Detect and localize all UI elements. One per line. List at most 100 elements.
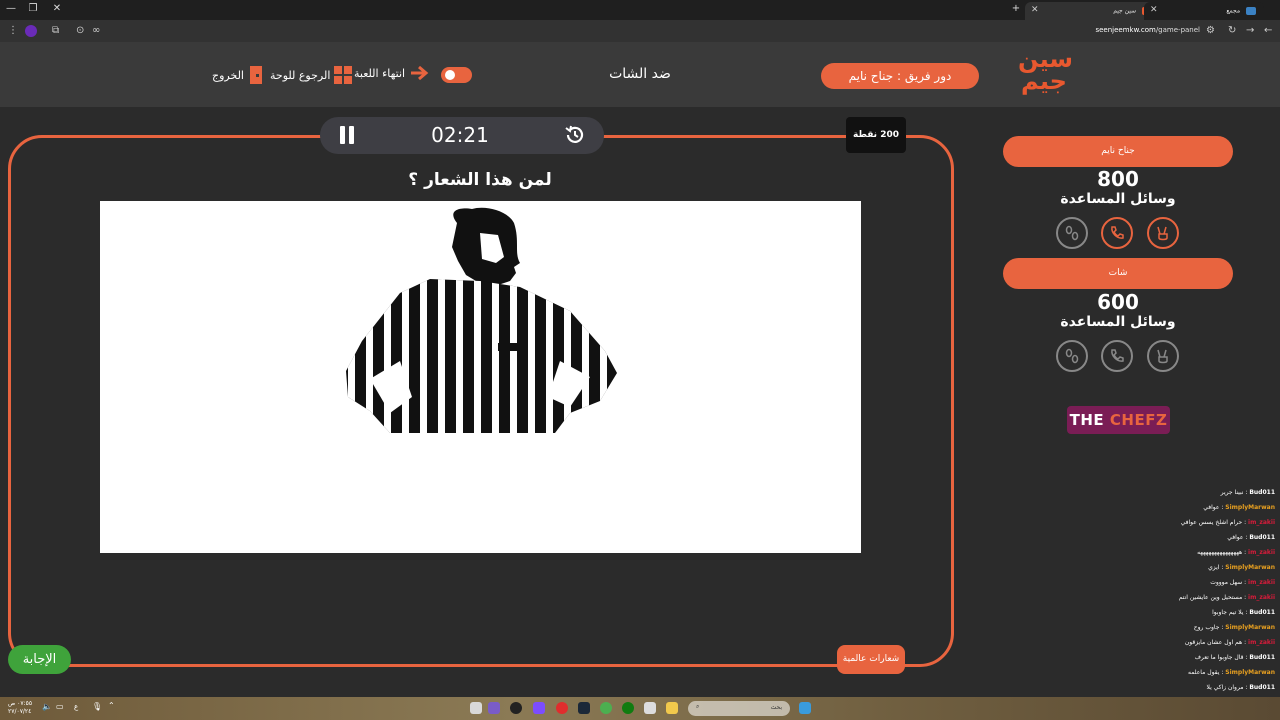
- url-domain: seenjeemkw.com: [1095, 26, 1156, 34]
- exit-button[interactable]: الخروج: [212, 66, 264, 84]
- close-tab-icon[interactable]: ✕: [1150, 5, 1158, 15]
- chat-username: SimplyMarwan: [1225, 624, 1275, 631]
- call-aid-button[interactable]: [1101, 217, 1133, 249]
- mic-icon[interactable]: 🎙: [92, 702, 102, 711]
- start-icon[interactable]: [799, 702, 811, 714]
- end-game-label: انتهاء اللعبة: [354, 66, 406, 80]
- clock-time: ٠٧:٥٥ ص: [8, 700, 33, 707]
- grid-icon: [334, 66, 353, 84]
- double-aid-button[interactable]: [1147, 217, 1179, 249]
- extensions-icon[interactable]: ⧉: [52, 25, 59, 36]
- back-icon[interactable]: ←: [1264, 25, 1272, 36]
- display-icon[interactable]: ▭: [56, 702, 64, 711]
- question-text: لمن هذا الشعار ؟: [408, 170, 552, 190]
- chat-text: سهل موووت: [1210, 579, 1243, 586]
- double-aid-button[interactable]: [1147, 340, 1179, 372]
- app-icon-4[interactable]: [644, 702, 656, 714]
- reader-icon[interactable]: ∞: [92, 25, 100, 36]
- chat-message: Bud011 : عوافي: [1125, 530, 1275, 545]
- chat-message: Bud011 : مروان زاكي يلا: [1125, 680, 1276, 695]
- chat-text: مستحيل وين عايشين انتم: [1178, 594, 1243, 601]
- chat-username: SimplyMarwan: [1225, 564, 1275, 571]
- chat-username: Bud011: [1249, 534, 1275, 541]
- chat-message: SimplyMarwan : ايزي: [1125, 560, 1275, 575]
- pause-icon-bar: [349, 126, 354, 144]
- reset-timer-button[interactable]: [564, 124, 586, 146]
- profile-avatar-icon[interactable]: [25, 25, 37, 37]
- tracking-icon[interactable]: ⊙: [76, 25, 84, 36]
- chat-username: im_zakii: [1248, 639, 1275, 646]
- phone-icon: [1111, 349, 1124, 362]
- chat-text: يلا تيم جاوبوا: [1212, 609, 1244, 616]
- chat-text: ايزي: [1208, 564, 1220, 571]
- answer-button[interactable]: الإجابة: [8, 645, 71, 674]
- timer-bar: 02:21: [320, 117, 604, 154]
- chrome-icon[interactable]: [600, 702, 612, 714]
- chat-username: Bud011: [1249, 654, 1275, 661]
- chat-username: SimplyMarwan: [1225, 669, 1275, 676]
- chat-username: im_zakii: [1248, 594, 1275, 601]
- obs-icon[interactable]: [510, 702, 522, 714]
- question-image: [100, 201, 861, 553]
- pause-button[interactable]: [338, 126, 356, 144]
- app-icon-1[interactable]: [470, 702, 482, 714]
- tab-active[interactable]: ✕ سين جيم: [1025, 2, 1160, 20]
- end-game-toggle[interactable]: [441, 67, 472, 83]
- chat-text: جاوب روح: [1193, 624, 1220, 631]
- site-info-icon[interactable]: ⚙: [1206, 25, 1215, 36]
- back-to-board-button[interactable]: الرجوع للوحة: [270, 66, 353, 84]
- team-turn-badge: دور فريق : جناح نايم: [821, 63, 979, 89]
- chat-message: Bud011 : قال جاوبوا ما تعرف: [1125, 650, 1275, 665]
- search-icon: ⌕: [696, 703, 700, 710]
- swap-aid-button[interactable]: [1056, 340, 1088, 372]
- chat-text: قال جاوبوا ما تعرف: [1194, 654, 1244, 661]
- clock-date: ٢٧/٠٧/٢٤: [8, 708, 32, 715]
- input-language[interactable]: ع: [74, 703, 78, 711]
- swap-aid-button[interactable]: [1056, 217, 1088, 249]
- vs-title: ضد الشات: [609, 66, 671, 82]
- menu-dots-icon[interactable]: ⋮: [8, 25, 18, 36]
- minimize-icon[interactable]: —: [4, 3, 18, 14]
- tab-inactive[interactable]: ✕ مجمع: [1144, 2, 1264, 20]
- chat-message: im_zakii : مستحيل وين عايشين انتم: [1125, 590, 1275, 605]
- exit-label: الخروج: [212, 68, 244, 82]
- tray-expand-icon[interactable]: ⌃: [108, 701, 115, 710]
- end-game-button[interactable]: انتهاء اللعبة: [354, 66, 431, 80]
- aids-label: وسائل المساعدة: [1060, 191, 1176, 207]
- xbox-icon[interactable]: [622, 702, 634, 714]
- chat-username: im_zakii: [1248, 549, 1275, 556]
- chat-text: هههههههههههههههه: [1197, 549, 1243, 556]
- call-aid-button[interactable]: [1101, 340, 1133, 372]
- file-explorer-icon[interactable]: [666, 702, 678, 714]
- restore-icon[interactable]: ❐: [26, 3, 40, 14]
- steam-icon[interactable]: [578, 702, 590, 714]
- new-tab-icon[interactable]: +: [1009, 3, 1023, 14]
- pinterest-icon[interactable]: [556, 702, 568, 714]
- app-icon-3[interactable]: [533, 702, 545, 714]
- chat-message: im_zakii : هم اول عشان مايزقون: [1125, 635, 1275, 650]
- close-tab-icon[interactable]: ✕: [1031, 5, 1039, 15]
- chat-text: مروان زاكي يلا: [1206, 684, 1244, 691]
- peace-hand-icon: [1157, 226, 1168, 241]
- app-icon-2[interactable]: [488, 702, 500, 714]
- back-to-board-label: الرجوع للوحة: [270, 68, 331, 82]
- volume-icon[interactable]: 🔈: [42, 702, 52, 711]
- chat-username: im_zakii: [1248, 579, 1275, 586]
- close-window-icon[interactable]: ✕: [50, 3, 64, 14]
- url-path: /game-panel: [1155, 26, 1200, 34]
- url-field[interactable]: seenjeemkw.com/game-panel: [1095, 26, 1200, 34]
- forward-icon[interactable]: →: [1246, 25, 1254, 36]
- browser-tab-bar: — ❐ ✕ + ✕ سين جيم ✕ مجمع: [0, 0, 1280, 20]
- taskbar-search[interactable]: بحث ⌕: [688, 701, 790, 716]
- footsteps-icon: [1065, 348, 1079, 364]
- chat-message: im_zakii : حرام اشلخ يسس عوافي: [1125, 515, 1275, 530]
- tab-label: سين جيم: [1113, 7, 1137, 15]
- chat-message: Bud011 : يلا تيم جاوبوا: [1125, 605, 1275, 620]
- reload-icon[interactable]: ↻: [1228, 25, 1236, 36]
- history-icon: [565, 125, 584, 143]
- chat-message: SimplyMarwan : جاوب روح: [1125, 620, 1275, 635]
- taskbar-clock[interactable]: ٠٧:٥٥ ص ٢٧/٠٧/٢٤: [8, 700, 32, 716]
- sponsor-logo: THE CHEFZ: [1067, 406, 1170, 434]
- team-name-pill: جناح نايم: [1003, 136, 1233, 167]
- taskbar: ٠٧:٥٥ ص ٢٧/٠٧/٢٤ 🔈 ▭ ع 🎙 ⌃ بحث ⌕: [0, 697, 1280, 720]
